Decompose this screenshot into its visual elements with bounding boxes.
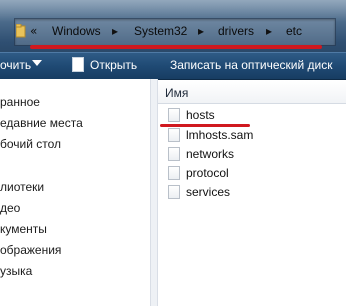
nav-item-images[interactable]: ображения <box>0 243 61 257</box>
file-name: networks <box>186 147 235 161</box>
file-icon <box>168 128 180 142</box>
file-row-hosts[interactable]: hosts <box>168 107 338 125</box>
folder-icon <box>16 24 26 38</box>
annotation-underline-path <box>30 45 322 49</box>
burn-disc-button[interactable]: Записать на оптический диск <box>170 58 333 72</box>
file-row-lmhosts[interactable]: lmhosts.sam <box>168 127 338 145</box>
file-name: hosts <box>186 108 215 122</box>
file-icon <box>168 185 180 199</box>
organize-button[interactable]: очить <box>0 58 31 72</box>
breadcrumb-separator-icon[interactable]: ▸ <box>266 24 272 38</box>
breadcrumb-separator-icon[interactable]: ▸ <box>198 24 204 38</box>
file-open-icon[interactable] <box>72 57 84 72</box>
file-icon <box>168 166 180 180</box>
pane-splitter[interactable] <box>150 79 158 306</box>
file-name: lmhosts.sam <box>186 128 254 142</box>
nav-item-documents[interactable]: кументы <box>0 222 47 236</box>
breadcrumb-item-windows[interactable]: Windows <box>52 24 101 38</box>
breadcrumb-item-drivers[interactable]: drivers <box>218 24 254 38</box>
file-icon <box>168 108 180 122</box>
nav-item-music[interactable]: узыка <box>0 264 32 278</box>
breadcrumb-item-etc[interactable]: etc <box>286 24 302 38</box>
file-name: protocol <box>186 166 229 180</box>
breadcrumb-separator-icon[interactable]: ▸ <box>112 24 118 38</box>
column-header-name[interactable]: Имя <box>158 81 346 104</box>
file-row-networks[interactable]: networks <box>168 146 338 164</box>
file-icon <box>168 147 180 161</box>
file-row-protocol[interactable]: protocol <box>168 165 338 183</box>
file-row-services[interactable]: services <box>168 184 338 202</box>
nav-item-video[interactable]: део <box>0 201 20 215</box>
open-button[interactable]: Открыть <box>90 58 137 72</box>
breadcrumb-item-system32[interactable]: System32 <box>134 24 187 38</box>
breadcrumb-overflow-icon[interactable]: « <box>30 24 37 38</box>
nav-item-libraries[interactable]: лиотеки <box>0 180 44 194</box>
nav-item-recent-places[interactable]: едавние места <box>0 116 83 130</box>
nav-item-favorites[interactable]: ранное <box>0 95 40 109</box>
nav-item-desktop[interactable]: бочий стол <box>0 137 61 151</box>
chevron-down-icon[interactable] <box>32 60 42 66</box>
file-name: services <box>186 185 231 199</box>
column-header-label: Имя <box>165 86 189 100</box>
